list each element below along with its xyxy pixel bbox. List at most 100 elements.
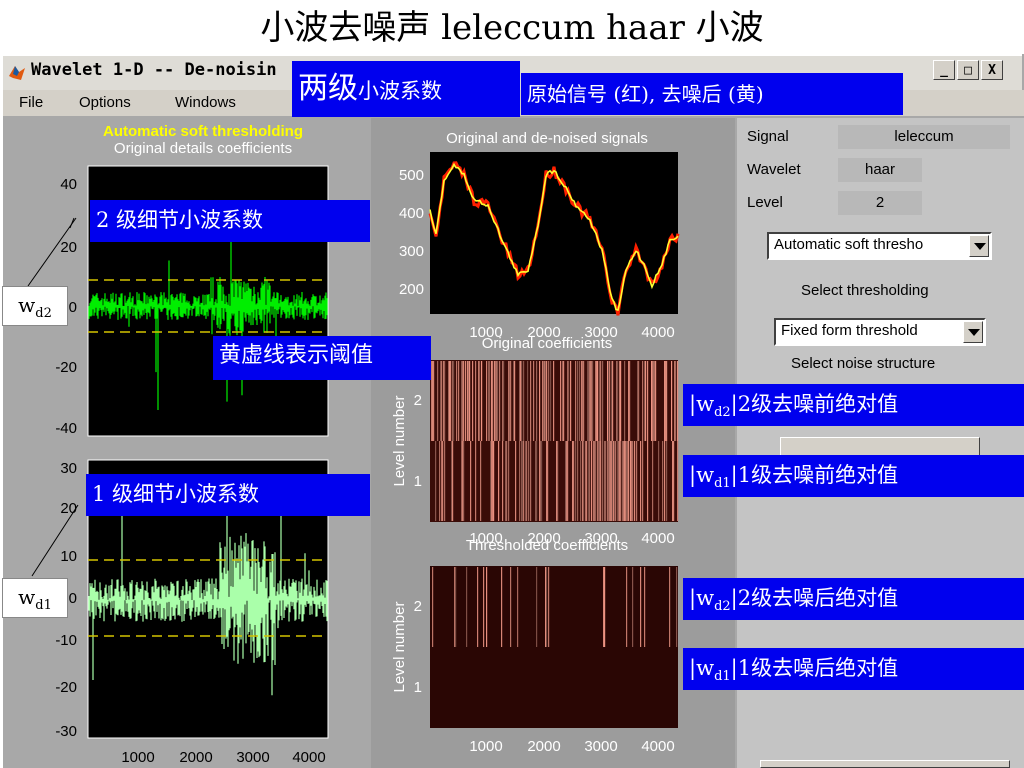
coef-bar-level1 xyxy=(586,441,588,521)
coef-bar-level1 xyxy=(632,441,634,521)
coef-bar-level2 xyxy=(629,361,631,441)
coef-bar-level1 xyxy=(498,441,500,521)
thresh-level-tick: 2 xyxy=(414,598,422,615)
label-wd2: wd2 xyxy=(2,286,68,326)
coef-bar-level1 xyxy=(577,441,579,521)
coef-bar-level2 xyxy=(514,361,516,441)
coef-bar-level2 xyxy=(483,567,485,647)
coef-bar-level2 xyxy=(553,361,555,441)
wd1-pointer xyxy=(31,504,79,577)
coef-bar-level2 xyxy=(472,361,474,441)
coef-bar-level2 xyxy=(640,567,642,647)
coef-bar-level2 xyxy=(450,361,452,441)
thresh-x-tick: 4000 xyxy=(641,738,674,755)
coef-bar-level1 xyxy=(435,441,437,521)
coef-bar-level1 xyxy=(506,441,508,521)
abs-sub: d1 xyxy=(714,476,731,492)
coef-x-tick: 4000 xyxy=(641,530,674,547)
coef-bar-level2 xyxy=(521,361,523,441)
coef-bar-level2 xyxy=(479,361,481,441)
abs-bar-right: | xyxy=(730,656,738,680)
coef-bar-level1 xyxy=(605,441,607,521)
left-x-tick: 2000 xyxy=(179,749,212,766)
coef-bar-level1 xyxy=(615,441,617,521)
coef-bar-level2 xyxy=(539,361,541,441)
coef-bar-level2 xyxy=(499,361,501,441)
signal-plot-title: Original and de-noised signals xyxy=(446,130,648,147)
coef-bar-level1 xyxy=(519,441,521,521)
d1-y-tick: 10 xyxy=(60,548,77,565)
abs-sub: d2 xyxy=(714,405,731,421)
wd2-pointer-arrow xyxy=(69,217,75,229)
abs-d1-after-text: 1级去噪后绝对值 xyxy=(737,656,899,680)
coef-bar-level2 xyxy=(497,361,499,441)
abs-d1-before-text: 1级去噪前绝对值 xyxy=(737,463,899,487)
label-wd2-sub: d2 xyxy=(35,306,52,321)
coef-bar-level1 xyxy=(493,441,495,521)
coef-bar-level1 xyxy=(602,441,604,521)
coef-bar-level2 xyxy=(489,361,491,441)
coef-bar-level1 xyxy=(595,441,597,521)
label-wd2-main: w xyxy=(18,293,36,317)
coef-bar-level1 xyxy=(591,441,593,521)
abs-bar-left: |w xyxy=(689,586,715,610)
coef-bar-level1 xyxy=(642,441,644,521)
annotation-legend: 原始信号 (红), 去噪后 (黄) xyxy=(521,73,903,115)
coef-bar-level2 xyxy=(583,361,585,441)
coef-bar-level1 xyxy=(640,441,642,521)
coef-bar-level2 xyxy=(437,361,439,441)
coef-bar-level1 xyxy=(673,441,675,521)
coef-bar-level2 xyxy=(626,567,628,647)
coef-bar-level2 xyxy=(503,361,505,441)
coef-bar-level2 xyxy=(638,361,640,441)
coef-bar-level2 xyxy=(647,361,649,441)
thresh-level-tick: 1 xyxy=(414,679,422,696)
coef-bar-level2 xyxy=(492,361,494,441)
coef-bar-level1 xyxy=(580,441,582,521)
coef-bar-level2 xyxy=(644,567,646,647)
coef-bar-level2 xyxy=(560,361,562,441)
coef-bar-level1 xyxy=(442,441,444,521)
d1-y-tick: -30 xyxy=(55,723,77,740)
coef-bar-level1 xyxy=(557,441,559,521)
coef-bar-level1 xyxy=(502,441,504,521)
coef-bar-level2 xyxy=(536,567,538,647)
signal-x-tick: 4000 xyxy=(641,324,674,341)
d1-y-tick: 0 xyxy=(69,590,77,607)
signal-plot xyxy=(430,152,678,314)
coef-bar-level1 xyxy=(652,441,654,521)
coef-bar-level2 xyxy=(677,361,679,441)
coef-bar-level2 xyxy=(456,361,458,441)
coef-bar-level1 xyxy=(620,441,622,521)
abs-bar-left: |w xyxy=(689,463,715,487)
coef-bar-level2 xyxy=(577,361,579,441)
coef-bar-level2 xyxy=(458,361,460,441)
coef-bar-level2 xyxy=(475,361,477,441)
label-wd1: wd1 xyxy=(2,578,68,618)
left-x-tick: 1000 xyxy=(121,749,154,766)
coef-bar-level1 xyxy=(573,441,575,521)
coef-bar-level2 xyxy=(466,567,468,647)
abs-sub: d1 xyxy=(714,669,731,685)
abs-d2-before-text: 2级去噪前绝对值 xyxy=(737,392,899,416)
abs-bar-left: |w xyxy=(689,656,715,680)
coef-bar-level1 xyxy=(628,441,630,521)
coef-bar-level2 xyxy=(548,567,550,647)
coef-bar-level1 xyxy=(666,441,668,521)
thresh-x-tick: 3000 xyxy=(584,738,617,755)
coef-bar-level1 xyxy=(658,441,660,521)
annotation-two-level-big: 两级 xyxy=(298,71,358,106)
coef-bar-level2 xyxy=(523,361,525,441)
coef-bar-level2 xyxy=(477,567,479,647)
abs-d2-after-text: 2级去噪后绝对值 xyxy=(737,586,899,610)
signal-y-tick: 400 xyxy=(399,205,424,222)
coef-level-tick: 2 xyxy=(414,392,422,409)
coef-bar-level1 xyxy=(636,441,638,521)
coef-bar-level2 xyxy=(463,361,465,441)
coef-bar-level2 xyxy=(612,361,614,441)
coef-bar-level1 xyxy=(567,441,569,521)
coef-bar-level2 xyxy=(517,567,519,647)
left-x-tick: 3000 xyxy=(236,749,269,766)
coef-bar-level1 xyxy=(536,441,538,521)
coef-bar-level2 xyxy=(600,361,602,441)
